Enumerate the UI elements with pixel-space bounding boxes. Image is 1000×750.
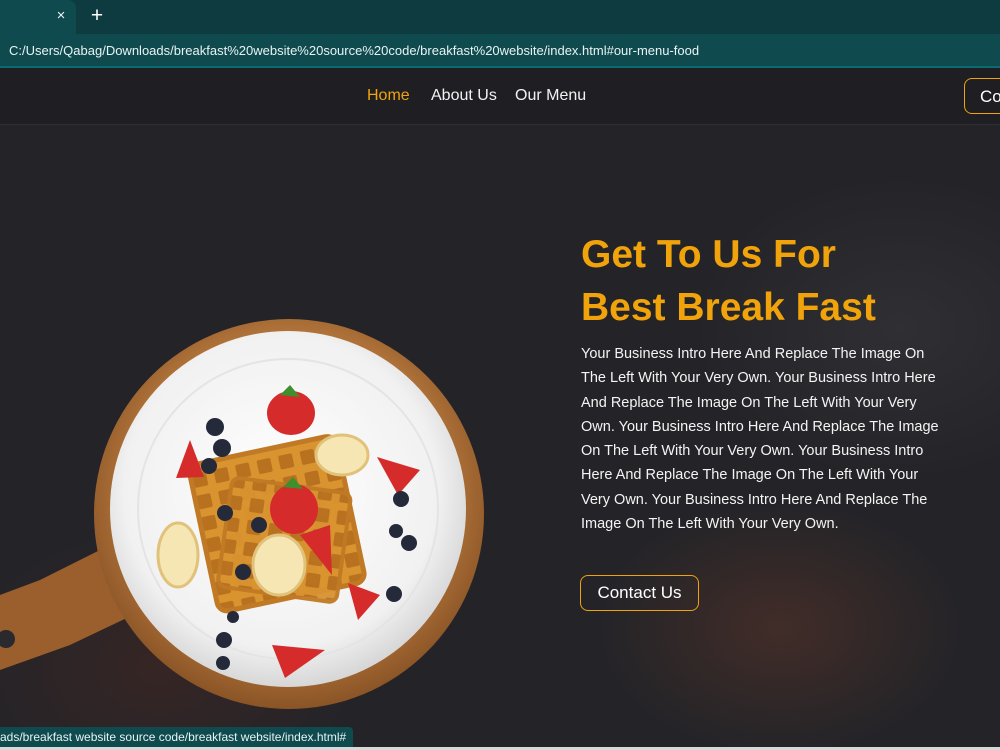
address-bar[interactable]: C:/Users/Qabag/Downloads/breakfast%20web…	[0, 34, 1000, 68]
web-page: Home About Us Our Menu Co Get To Us For …	[0, 68, 1000, 750]
hero-title-line-1: Get To Us For	[581, 233, 836, 276]
url-text[interactable]: C:/Users/Qabag/Downloads/breakfast%20web…	[9, 43, 699, 58]
hero-title: Get To Us For Best Break Fast	[581, 228, 961, 334]
nav-home-link[interactable]: Home	[367, 87, 410, 105]
close-icon[interactable]: ×	[52, 7, 70, 25]
nav-contact-button[interactable]: Co	[964, 78, 1000, 114]
plus-icon[interactable]: +	[86, 5, 108, 27]
waffle-plate-image	[0, 319, 484, 709]
nav-about-link[interactable]: About Us	[431, 87, 497, 105]
browser-tab-bar: × +	[0, 0, 1000, 34]
contact-us-button[interactable]: Contact Us	[580, 575, 699, 611]
browser-tab[interactable]: ×	[0, 0, 76, 34]
hero-intro-text: Your Business Intro Here And Replace The…	[581, 346, 939, 533]
status-bar-url: ads/breakfast website source code/breakf…	[0, 727, 354, 747]
site-navbar: Home About Us Our Menu Co	[0, 68, 1000, 125]
hero-title-line-2: Best Break Fast	[581, 286, 876, 329]
nav-menu-link[interactable]: Our Menu	[515, 87, 586, 105]
